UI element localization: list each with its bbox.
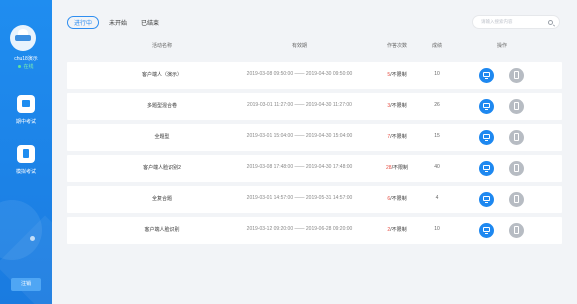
table-row[interactable]: 客户端人（演示） 2019-03-08 09:50:00 —— 2019-04-… xyxy=(67,62,562,89)
document-icon xyxy=(514,195,519,203)
report-button[interactable] xyxy=(509,130,524,145)
search-placeholder: 请输入搜索内容 xyxy=(481,19,513,24)
monitor-icon xyxy=(483,134,490,139)
view-button[interactable] xyxy=(479,192,494,207)
row-actions xyxy=(479,223,539,238)
logout-button[interactable]: 注销 xyxy=(11,278,41,291)
view-button[interactable] xyxy=(479,161,494,176)
report-button[interactable] xyxy=(509,161,524,176)
view-button[interactable] xyxy=(479,223,494,238)
report-button[interactable] xyxy=(509,223,524,238)
table-header: 活动名称 有效期 作答次数 成绩 操作 xyxy=(67,40,562,52)
search-icon[interactable] xyxy=(548,20,553,25)
online-status: 在线 xyxy=(0,63,52,70)
validity-period: 2019-03-01 11:27:00 —— 2019-04-30 11:27:… xyxy=(247,102,352,108)
nav-item-mock[interactable]: 模拟考试 xyxy=(0,145,52,175)
status-dot-icon xyxy=(18,65,22,69)
nav-label: 期中考试 xyxy=(15,119,36,125)
validity-period: 2019-03-01 15:04:00 —— 2019-04-30 15:04:… xyxy=(246,133,353,139)
table-row[interactable]: 全题型 2019-03-01 15:04:00 —— 2019-04-30 15… xyxy=(67,124,562,151)
report-button[interactable] xyxy=(509,68,524,83)
avatar[interactable] xyxy=(10,25,36,51)
table-body: 客户端人（演示） 2019-03-08 09:50:00 —— 2019-04-… xyxy=(67,62,562,248)
score-value: 10 xyxy=(434,226,440,232)
tab-not-started[interactable]: 未开始 xyxy=(109,18,127,27)
header-validity: 有效期 xyxy=(291,43,307,49)
monitor-icon xyxy=(483,72,490,77)
activity-name: 多题型混合卷 xyxy=(146,103,177,109)
search-input[interactable]: 请输入搜索内容 xyxy=(472,15,560,29)
monitor-icon xyxy=(483,227,490,232)
row-actions xyxy=(479,99,539,114)
score-value: 4 xyxy=(435,195,439,201)
validity-period: 2019-03-01 14:57:00 —— 2019-05-31 14:57:… xyxy=(246,195,353,201)
view-button[interactable] xyxy=(479,99,494,114)
document-icon xyxy=(514,164,519,172)
avatar-cap xyxy=(15,35,31,41)
table-row[interactable]: 客户端人脸识别 2019-03-12 09:20:00 —— 2019-06-2… xyxy=(67,217,562,244)
activity-name: 全复合题 xyxy=(151,196,172,202)
score-value: 26 xyxy=(434,102,440,108)
header-activity-name: 活动名称 xyxy=(151,43,172,49)
nav-label: 模拟考试 xyxy=(15,169,36,175)
validity-period: 2019-03-12 09:20:00 —— 2019-06-28 09:20:… xyxy=(246,226,353,232)
main-content: 进行中 未开始 已结束 请输入搜索内容 活动名称 有效期 作答次数 成绩 操作 … xyxy=(52,0,577,304)
document-icon xyxy=(514,226,519,234)
monitor-icon xyxy=(483,196,490,201)
activity-name: 客户端人脸识别 xyxy=(144,227,180,233)
username: chu18演示 xyxy=(14,56,38,62)
view-button[interactable] xyxy=(479,130,494,145)
score-value: 15 xyxy=(434,133,440,139)
table-row[interactable]: 多题型混合卷 2019-03-01 11:27:00 —— 2019-04-30… xyxy=(67,93,562,120)
score-value: 10 xyxy=(434,71,440,77)
decor-dot xyxy=(30,236,35,241)
monitor-icon xyxy=(483,103,490,108)
activity-name: 全题型 xyxy=(154,134,170,140)
table-row[interactable]: 客户端人脸识别2 2019-03-08 17:48:00 —— 2019-04-… xyxy=(67,155,562,182)
activity-name: 客户端人（演示） xyxy=(141,72,182,78)
tab-ended[interactable]: 已结束 xyxy=(141,18,159,27)
row-actions xyxy=(479,68,539,83)
report-button[interactable] xyxy=(509,192,524,207)
status-tabs: 进行中 未开始 已结束 xyxy=(67,15,173,29)
table-row[interactable]: 全复合题 2019-03-01 14:57:00 —— 2019-05-31 1… xyxy=(67,186,562,213)
activity-name: 客户端人脸识别2 xyxy=(143,165,181,171)
view-button[interactable] xyxy=(479,68,494,83)
document-icon xyxy=(514,71,519,79)
monitor-icon xyxy=(483,165,490,170)
sidebar: chu18演示 在线 期中考试 模拟考试 注销 xyxy=(0,0,52,304)
document-icon xyxy=(514,102,519,110)
status-text: 在线 xyxy=(23,64,34,70)
header-score: 成绩 xyxy=(431,43,442,49)
row-actions xyxy=(479,130,539,145)
row-actions xyxy=(479,192,539,207)
validity-period: 2019-03-08 17:48:00 —— 2019-04-30 17:48:… xyxy=(246,164,353,170)
monitor-icon xyxy=(17,95,35,113)
document-icon xyxy=(514,133,519,141)
score-value: 40 xyxy=(434,164,440,170)
tab-ongoing[interactable]: 进行中 xyxy=(67,15,100,29)
header-actions: 操作 xyxy=(496,43,507,49)
document-icon xyxy=(17,145,35,163)
validity-period: 2019-03-08 09:50:00 —— 2019-04-30 09:50:… xyxy=(246,71,353,77)
report-button[interactable] xyxy=(509,99,524,114)
row-actions xyxy=(479,161,539,176)
nav-item-midterm[interactable]: 期中考试 xyxy=(0,95,52,125)
